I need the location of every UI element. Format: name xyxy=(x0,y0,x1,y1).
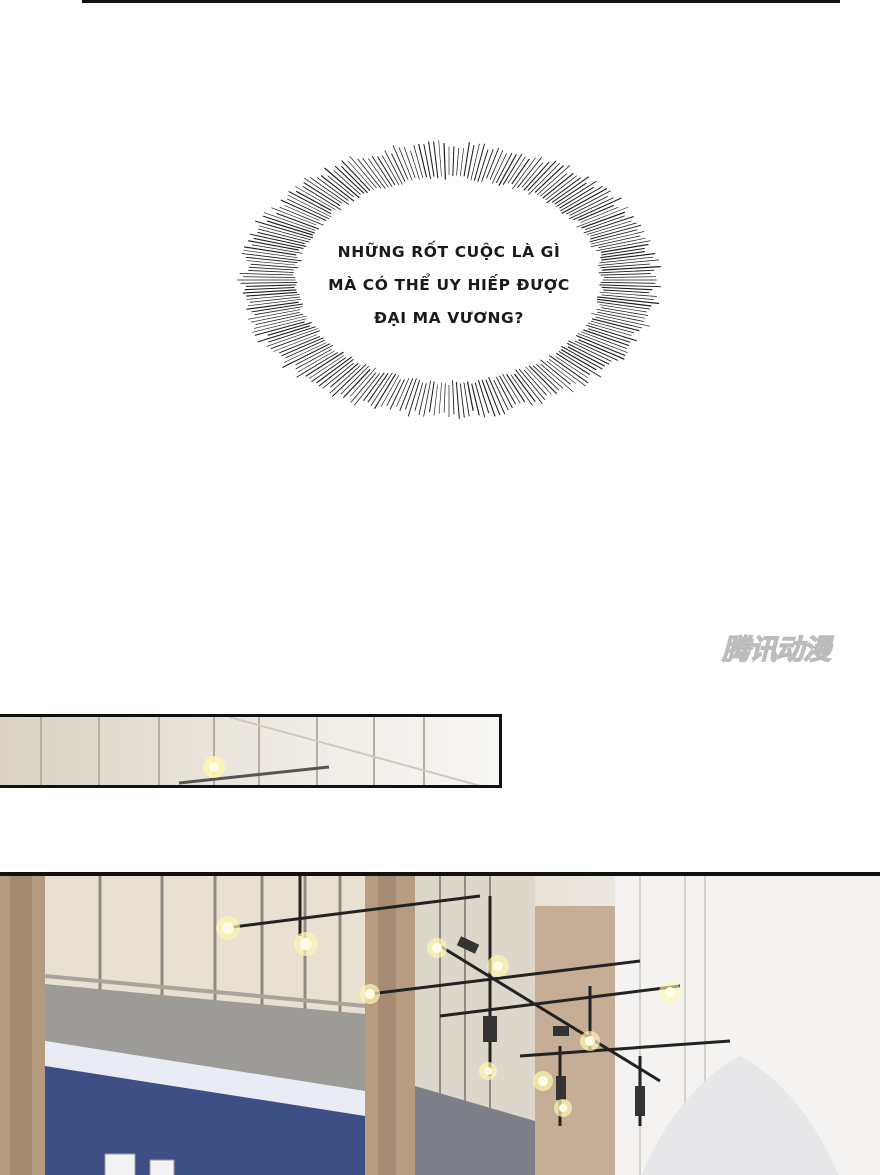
burst-line xyxy=(595,316,643,329)
bubble-line-2: MÀ CÓ THỂ UY HIẾP ĐƯỢC xyxy=(328,276,570,294)
burst-line xyxy=(601,286,653,291)
burst-line xyxy=(590,235,641,248)
watermark-logo: 腾讯动漫 xyxy=(721,632,831,666)
burst-line xyxy=(443,383,446,413)
burst-line xyxy=(240,281,298,284)
burst-line xyxy=(248,269,294,273)
burst-line xyxy=(367,373,389,403)
burst-line xyxy=(495,152,513,184)
burst-line xyxy=(598,259,660,266)
burst-line xyxy=(546,360,576,384)
comic-panel-interior-hall xyxy=(0,872,880,1175)
burst-line xyxy=(603,289,650,294)
burst-line xyxy=(470,143,480,181)
burst-line xyxy=(239,273,294,276)
comic-panel-ceiling-strip xyxy=(0,714,502,788)
burst-line xyxy=(377,156,396,186)
burst-line xyxy=(374,373,396,409)
burst-line xyxy=(584,215,626,230)
burst-line xyxy=(371,155,393,187)
burst-line xyxy=(429,381,435,413)
burst-line xyxy=(413,144,424,179)
panel-top-border xyxy=(82,0,840,3)
burst-line xyxy=(438,140,442,177)
burst-line xyxy=(511,158,530,185)
burst-line xyxy=(599,284,662,288)
burst-line xyxy=(333,170,361,195)
burst-line xyxy=(600,281,656,284)
burst-line xyxy=(600,251,646,259)
burst-line xyxy=(507,156,526,184)
burst-line xyxy=(381,155,400,185)
burst-line xyxy=(249,266,295,271)
burst-line xyxy=(443,143,446,180)
burst-line xyxy=(459,383,465,418)
burst-line xyxy=(367,158,389,188)
burst-line xyxy=(459,147,464,177)
burst-line xyxy=(354,373,380,406)
burst-line xyxy=(245,256,298,264)
burst-line xyxy=(452,146,455,177)
burst-line xyxy=(495,376,513,409)
interior-hall-art xyxy=(0,876,880,1175)
burst-line xyxy=(433,141,439,179)
burst-line xyxy=(488,376,506,415)
burst-line xyxy=(590,222,637,237)
burst-line xyxy=(558,350,602,378)
burst-line xyxy=(249,296,301,303)
burst-line xyxy=(257,231,305,244)
burst-line xyxy=(600,273,651,276)
burst-line xyxy=(363,372,385,402)
burst-line xyxy=(452,380,455,415)
burst-line xyxy=(512,157,536,190)
burst-line xyxy=(599,256,654,264)
burst-line xyxy=(590,224,642,240)
burst-line xyxy=(561,187,608,214)
burst-line xyxy=(244,286,295,291)
bubble-line-1: NHỮNG RỐT CUỘC LÀ GÌ xyxy=(337,243,561,261)
burst-line xyxy=(245,284,296,287)
burst-line xyxy=(548,354,589,384)
burst-line xyxy=(591,312,650,327)
burst-line xyxy=(327,175,354,198)
burst-line xyxy=(255,313,304,325)
burst-line xyxy=(540,173,567,197)
burst-line xyxy=(276,212,319,230)
burst-line xyxy=(438,382,442,414)
burst-line xyxy=(433,384,438,416)
burst-line xyxy=(581,211,626,229)
burst-line xyxy=(603,276,657,278)
burst-line xyxy=(590,320,635,334)
burst-line xyxy=(532,365,560,391)
burst-line xyxy=(456,148,460,176)
burst-line xyxy=(357,158,382,189)
burst-line xyxy=(249,233,307,247)
burst-line xyxy=(254,321,305,336)
burst-line xyxy=(514,373,536,403)
burst-line xyxy=(598,269,655,274)
bubble-text: NHỮNG RỐT CUỘC LÀ GÌ MÀ CÓ THỂ UY HIẾP Đ… xyxy=(302,236,596,335)
burst-line xyxy=(414,382,424,412)
burst-line xyxy=(455,382,460,419)
burst-line xyxy=(474,382,486,418)
bubble-line-3: ĐẠI MA VƯƠNG? xyxy=(374,309,524,327)
burst-line xyxy=(499,375,516,405)
burst-line xyxy=(510,374,533,406)
burst-line xyxy=(418,143,428,178)
speech-bubble: NHỮNG RỐT CUỘC LÀ GÌ MÀ CÓ THỂ UY HIẾP Đ… xyxy=(232,138,666,422)
ceiling-strip-art xyxy=(40,717,481,785)
burst-line xyxy=(410,150,420,180)
burst-line xyxy=(243,276,296,278)
burst-line xyxy=(251,318,307,333)
